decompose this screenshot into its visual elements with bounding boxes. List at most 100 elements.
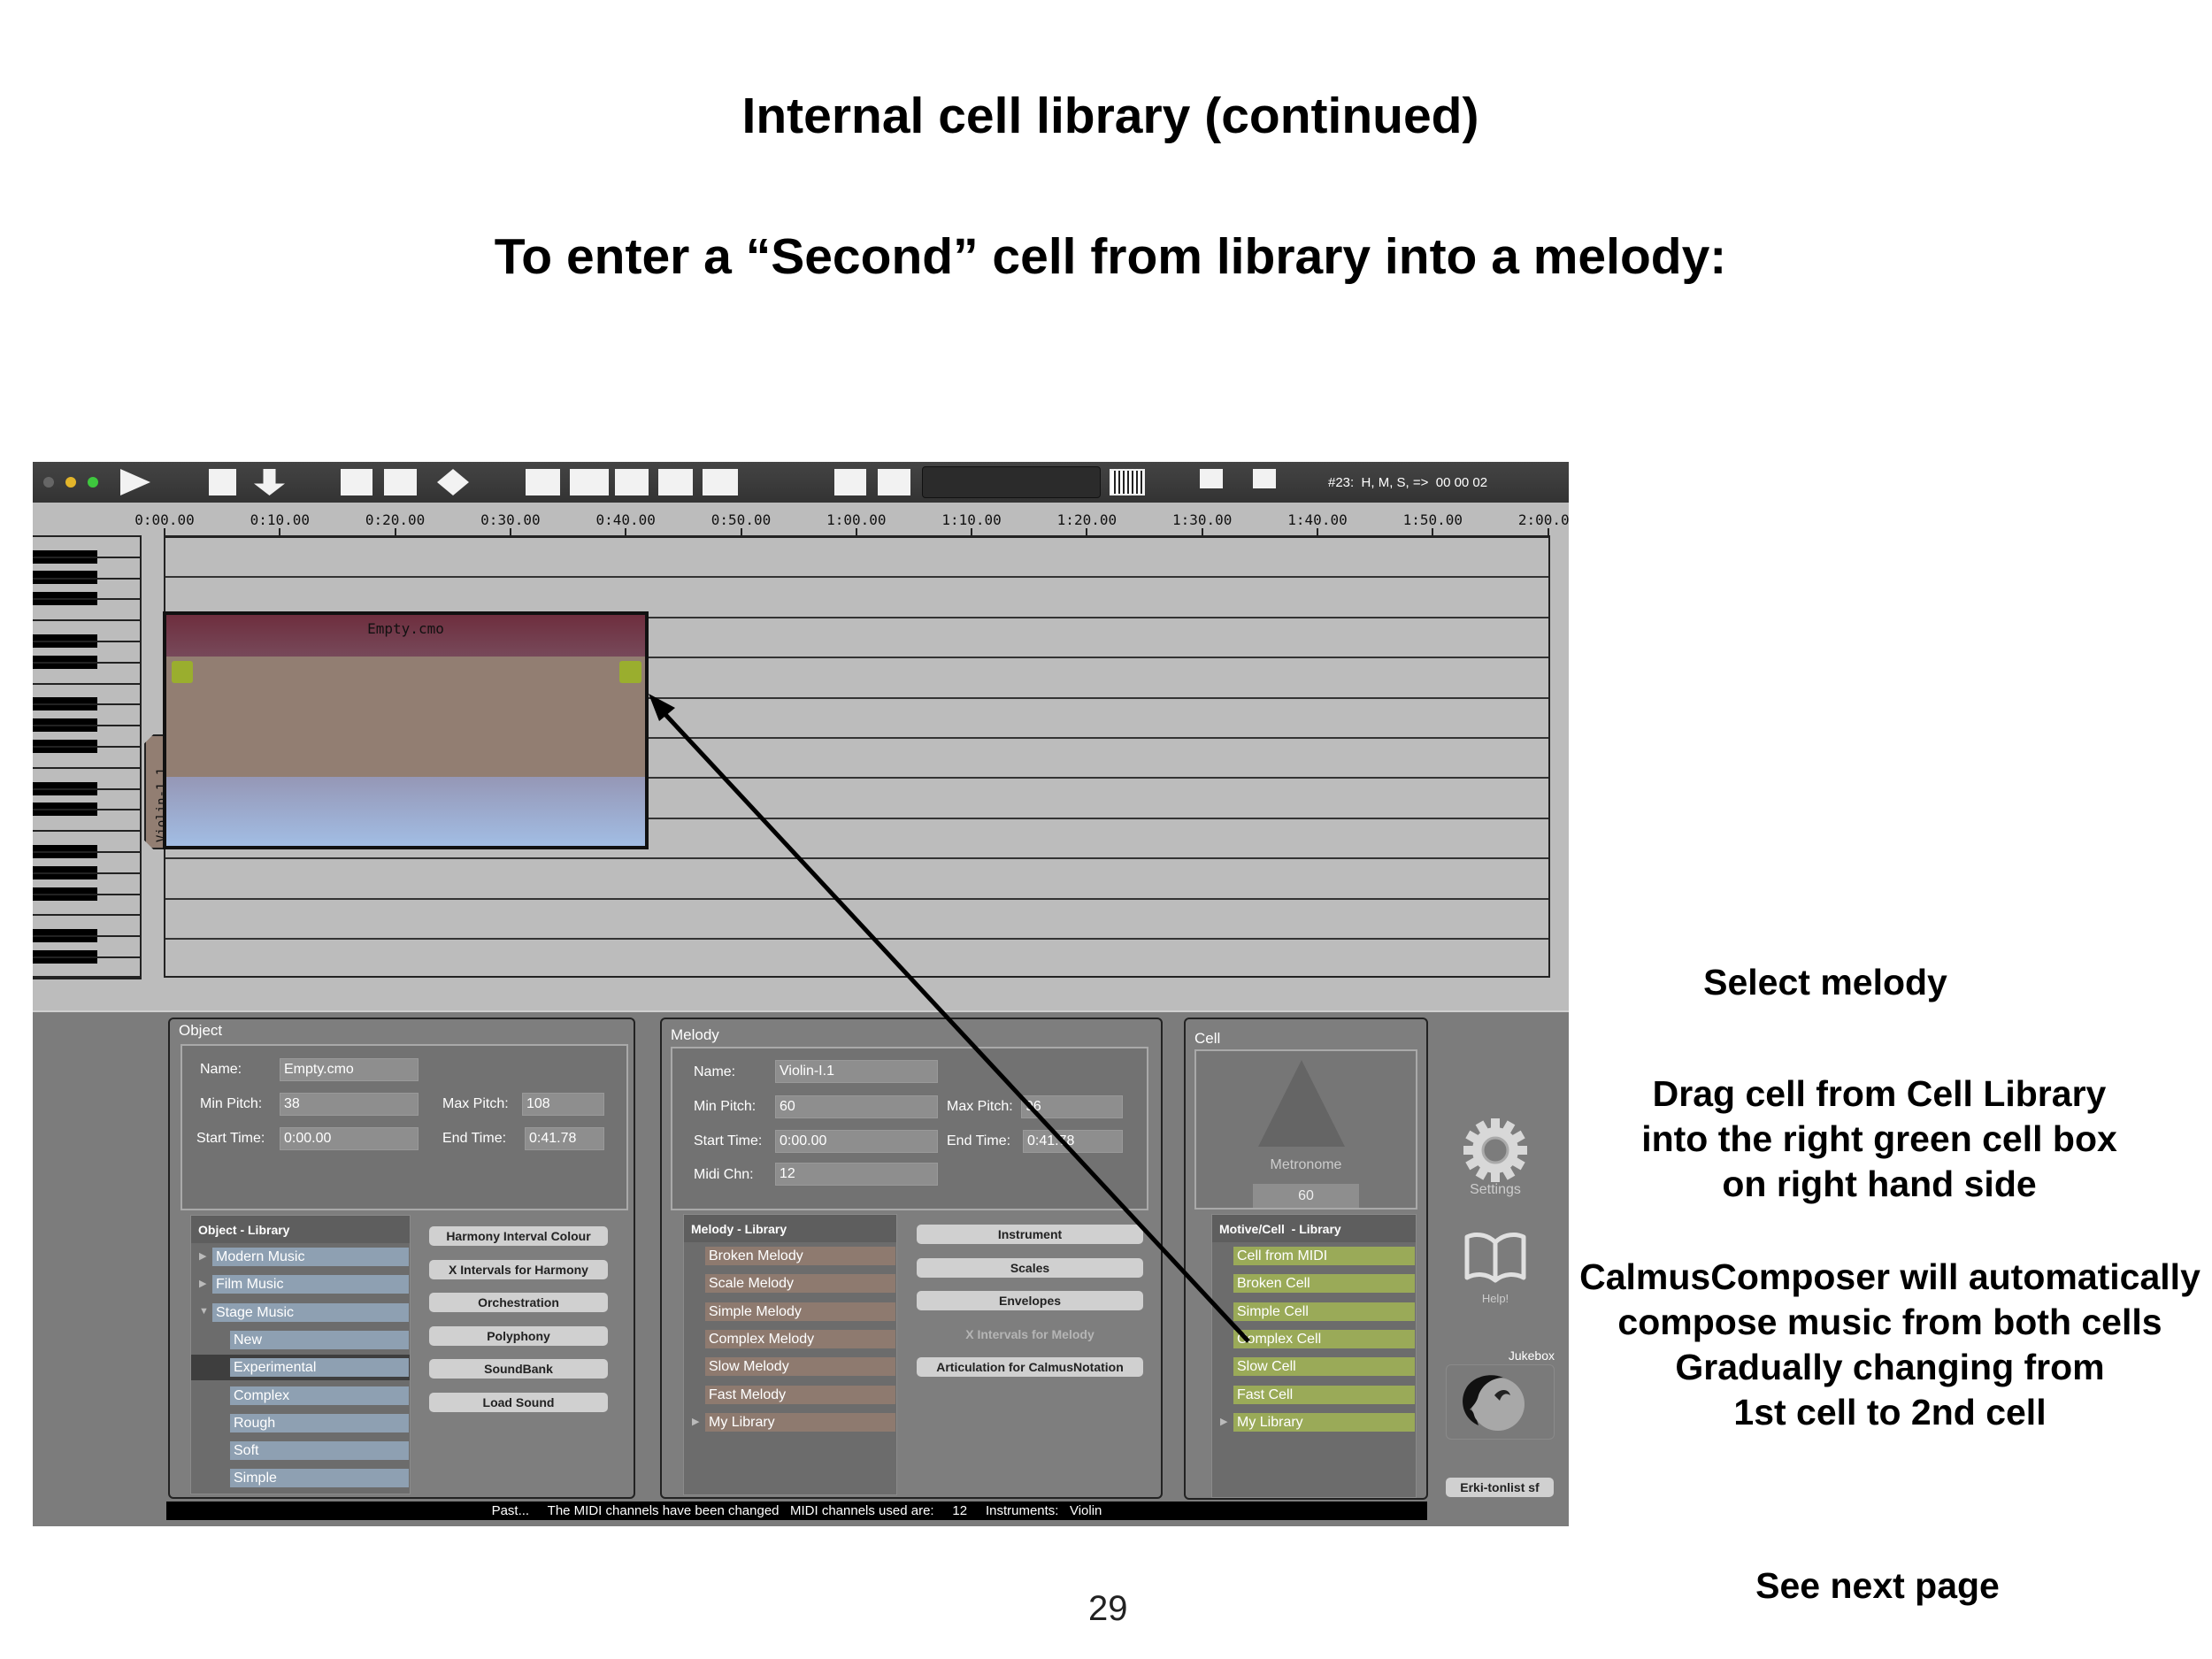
diamond-icon[interactable] <box>437 469 469 495</box>
list-item[interactable]: Film Music <box>212 1275 409 1294</box>
object-block[interactable]: Empty.cmo <box>163 611 649 849</box>
list-item[interactable]: Complex <box>230 1386 409 1405</box>
list-item[interactable]: Stage Music <box>212 1302 409 1322</box>
white-key-divider <box>33 914 142 917</box>
collapsed-triangle-icon[interactable]: ▶ <box>1220 1416 1227 1427</box>
object-action-button[interactable]: Harmony Interval Colour <box>429 1226 608 1246</box>
metronome-icon[interactable] <box>1258 1060 1345 1147</box>
object-action-button[interactable]: SoundBank <box>429 1359 608 1379</box>
jukebox-button[interactable] <box>1446 1364 1555 1440</box>
object-max-pitch-field[interactable]: 108 <box>522 1093 604 1116</box>
melody-region[interactable] <box>166 657 645 777</box>
object-action-button[interactable]: Load Sound <box>429 1392 608 1412</box>
ruler-label: 0:30.00 <box>480 511 541 528</box>
object-action-button[interactable]: Polyphony <box>429 1325 608 1346</box>
list-item[interactable]: Modern Music <box>212 1248 409 1266</box>
object-start-time-field[interactable]: 0:00.00 <box>280 1127 419 1150</box>
note-auto-line-3: Gradually changing from <box>1675 1347 2105 1387</box>
melody-end-time-field[interactable]: 0:41.78 <box>1023 1130 1123 1153</box>
white-key-divider <box>33 766 142 769</box>
collapsed-triangle-icon[interactable]: ▶ <box>199 1250 206 1262</box>
cell-split-icon[interactable] <box>615 469 649 495</box>
white-key-divider <box>33 619 142 622</box>
melody-action-button[interactable]: Scales <box>917 1257 1143 1278</box>
piano-keyboard-icon[interactable] <box>1110 469 1145 495</box>
melody-move-icon[interactable] <box>834 469 866 495</box>
cell-delete-icon[interactable] <box>658 469 693 495</box>
m-export-icon[interactable] <box>1200 469 1223 488</box>
list-item[interactable]: Complex Melody <box>705 1329 895 1348</box>
cell-move-icon[interactable] <box>570 469 609 495</box>
melody-action-button[interactable]: Articulation for CalmusNotation <box>917 1357 1143 1377</box>
white-key-divider <box>33 577 142 580</box>
list-item[interactable]: Cell from MIDI <box>1233 1247 1415 1265</box>
list-item[interactable]: Rough <box>230 1413 409 1432</box>
list-item[interactable]: Experimental <box>230 1358 409 1378</box>
cell-library[interactable]: Motive/Cell - Library Cell from MIDI Brok… <box>1211 1214 1417 1498</box>
ruler-label: 1:40.00 <box>1287 511 1348 528</box>
stop-icon[interactable] <box>209 469 236 495</box>
list-item[interactable]: Simple Melody <box>705 1302 895 1321</box>
gear-icon <box>1463 1118 1527 1182</box>
collapsed-triangle-icon[interactable]: ▶ <box>199 1278 206 1289</box>
name-label: Name: <box>200 1062 242 1077</box>
midi-channel-field[interactable]: 12 <box>775 1163 938 1186</box>
melody-action-button[interactable]: Instrument <box>917 1225 1143 1244</box>
metronome-box: Metronome 60 <box>1194 1049 1417 1210</box>
user-button[interactable]: Erki-tonlist sf <box>1446 1478 1554 1497</box>
white-key-divider <box>33 956 142 958</box>
object-min-pitch-field[interactable]: 38 <box>280 1093 419 1116</box>
list-item[interactable]: Fast Melody <box>705 1385 895 1404</box>
melody-name-field[interactable]: Violin-I.1 <box>775 1060 938 1083</box>
metronome-tempo-field[interactable]: 60 <box>1253 1184 1359 1208</box>
white-key-divider <box>33 725 142 727</box>
melody-action-button[interactable]: Envelopes <box>917 1291 1143 1310</box>
white-key-divider <box>33 661 142 664</box>
melody-max-pitch-field[interactable]: 96 <box>1021 1095 1123 1118</box>
m-import-icon[interactable] <box>1253 469 1276 488</box>
object-header[interactable]: Empty.cmo <box>166 615 645 657</box>
object-panel: Object Name: Empty.cmo Min Pitch: 38 Max… <box>168 1018 635 1499</box>
melody-min-pitch-field[interactable]: 60 <box>775 1095 938 1118</box>
melody-delete-icon[interactable] <box>878 469 910 495</box>
list-item[interactable]: Fast Cell <box>1233 1385 1415 1404</box>
settings-button[interactable]: Settings <box>1460 1117 1531 1205</box>
window-minimize-button[interactable] <box>65 477 76 488</box>
collapsed-triangle-icon[interactable]: ▶ <box>692 1416 699 1427</box>
cell-clear-icon[interactable] <box>703 469 738 495</box>
list-item[interactable]: Scale Melody <box>705 1274 895 1294</box>
expanded-triangle-icon[interactable]: ▼ <box>199 1306 209 1317</box>
note-auto-line-1: CalmusComposer will automatically <box>1579 1256 2200 1297</box>
list-item[interactable]: My Library <box>1233 1412 1415 1432</box>
list-item[interactable]: Slow Cell <box>1233 1357 1415 1377</box>
melody-panel-title: Melody <box>671 1026 719 1043</box>
cell-insert-icon[interactable] <box>526 469 560 495</box>
object-action-button[interactable]: Orchestration <box>429 1293 608 1312</box>
download-arrow-icon[interactable] <box>254 469 285 495</box>
list-item[interactable]: Slow Melody <box>705 1357 895 1377</box>
melody-library[interactable]: Melody - Library Broken Melody Scale Melo… <box>683 1214 897 1495</box>
list-item[interactable]: Complex Cell <box>1233 1329 1415 1348</box>
object-action-button[interactable]: X Intervals for Harmony <box>429 1259 608 1279</box>
list-item[interactable]: My Library <box>705 1412 895 1432</box>
list-item[interactable]: Simple Cell <box>1233 1302 1415 1321</box>
left-cell-box[interactable] <box>172 661 193 683</box>
list-item[interactable]: Simple <box>230 1469 409 1488</box>
list-item[interactable]: Broken Cell <box>1233 1274 1415 1294</box>
object-library[interactable]: Object - Library Modern Music ▶ Film Music… <box>190 1215 411 1494</box>
object-name-field[interactable]: Empty.cmo <box>280 1058 419 1081</box>
piano-keyboard[interactable] <box>33 535 142 979</box>
folder-icon[interactable] <box>341 469 373 495</box>
window-close-button[interactable] <box>43 477 54 488</box>
help-button[interactable]: Help! <box>1460 1232 1531 1316</box>
window-zoom-button[interactable] <box>88 477 98 488</box>
gear-tooth <box>1515 1146 1527 1155</box>
list-item[interactable]: Broken Melody <box>705 1247 895 1265</box>
play-icon[interactable] <box>120 469 150 495</box>
melody-start-time-field[interactable]: 0:00.00 <box>775 1130 938 1153</box>
list-item[interactable]: New <box>230 1330 409 1349</box>
object-end-time-field[interactable]: 0:41.78 <box>525 1127 604 1150</box>
list-item[interactable]: Soft <box>230 1441 409 1461</box>
save-icon[interactable] <box>384 469 417 495</box>
right-cell-box[interactable] <box>619 661 641 683</box>
